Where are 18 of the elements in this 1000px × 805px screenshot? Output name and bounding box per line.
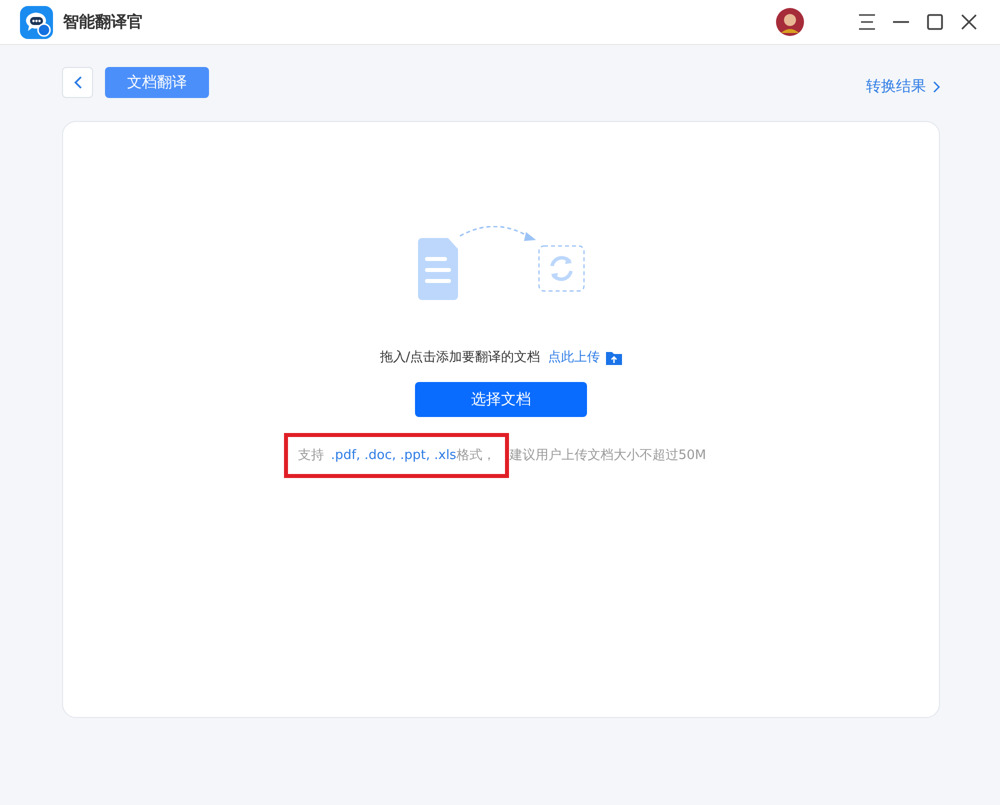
conversion-results-link[interactable]: 转换结果 bbox=[866, 75, 926, 98]
avatar-icon[interactable] bbox=[776, 8, 804, 36]
format-label: 格式， bbox=[456, 446, 496, 464]
chevron-right-icon[interactable] bbox=[933, 81, 940, 93]
back-button[interactable] bbox=[62, 67, 93, 98]
select-document-button[interactable]: 选择文档 bbox=[415, 382, 587, 416]
window-title: 智能翻译官 bbox=[63, 11, 143, 33]
maximize-icon[interactable] bbox=[924, 11, 946, 33]
menu-icon[interactable] bbox=[856, 11, 878, 33]
support-label: 支持 bbox=[298, 446, 324, 464]
supported-formats: .pdf, .doc, .ppt, .xls bbox=[330, 446, 456, 464]
chevron-left-icon bbox=[74, 76, 82, 89]
instruction-text: 拖入/点击添加要翻译的文档 bbox=[380, 349, 540, 367]
app-logo-icon bbox=[20, 6, 53, 38]
folder-upload-icon[interactable] bbox=[606, 350, 622, 365]
document-translation-tab[interactable]: 文档翻译 bbox=[105, 67, 209, 98]
size-limit-note: 建议用户上传文档大小不超过50M bbox=[509, 446, 706, 464]
upload-link[interactable]: 点此上传 bbox=[548, 348, 600, 368]
